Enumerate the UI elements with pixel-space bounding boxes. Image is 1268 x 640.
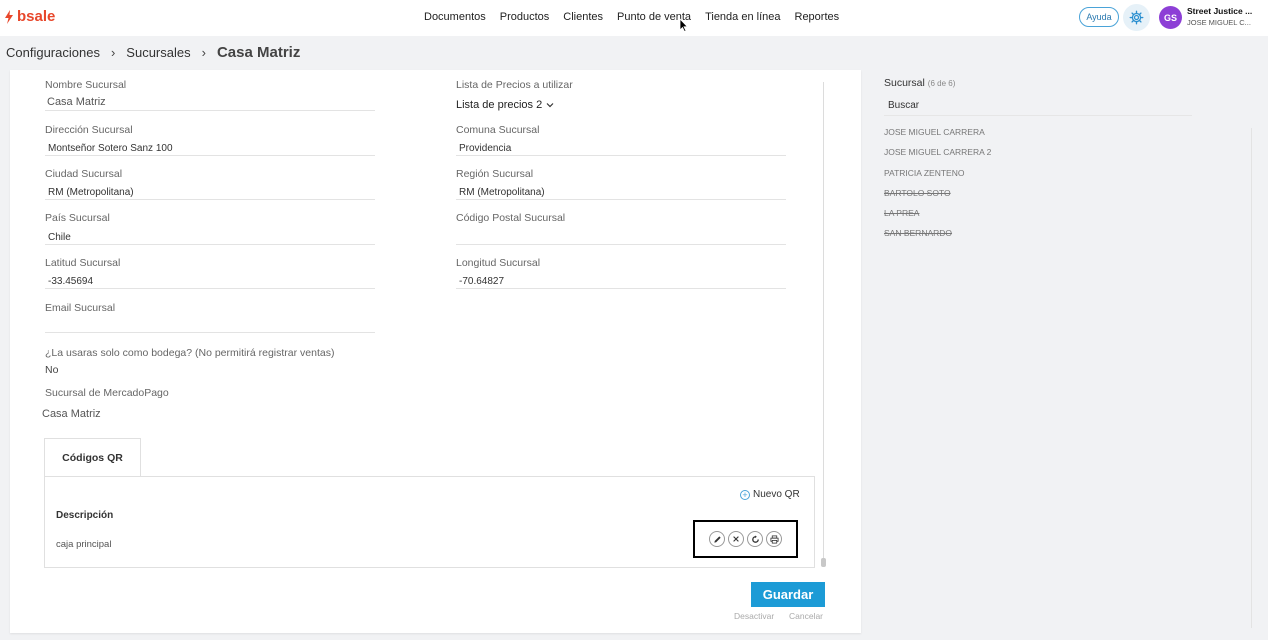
pais-label: País Sucursal bbox=[45, 212, 110, 224]
lista-precios-label: Lista de Precios a utilizar bbox=[456, 79, 573, 91]
avatar[interactable]: GS bbox=[1159, 6, 1182, 29]
bsale-logo[interactable]: bsale bbox=[4, 8, 55, 25]
sidebar-divider bbox=[1251, 128, 1252, 628]
mouse-cursor-icon bbox=[679, 18, 689, 32]
refresh-icon[interactable] bbox=[747, 531, 763, 547]
breadcrumb-configuraciones[interactable]: Configuraciones bbox=[6, 45, 100, 60]
comuna-input[interactable]: Providencia bbox=[459, 143, 511, 154]
bsale-logo-icon bbox=[5, 9, 13, 24]
user-name: JOSE MIGUEL C... bbox=[1187, 18, 1251, 27]
help-button[interactable]: Ayuda bbox=[1079, 7, 1119, 27]
page-title: Casa Matriz bbox=[216, 44, 301, 61]
cancel-button[interactable]: Cancelar bbox=[789, 611, 823, 621]
ciudad-label: Ciudad Sucursal bbox=[45, 168, 123, 180]
branch-item[interactable]: PATRICIA ZENTENO bbox=[884, 168, 964, 178]
account-menu[interactable]: Street Justice ... JOSE MIGUEL C... bbox=[1187, 6, 1252, 28]
lista-precios-value: Lista de precios 2 bbox=[456, 99, 543, 111]
branch-count: (6 de 6) bbox=[927, 79, 956, 88]
latitud-input[interactable]: -33.45694 bbox=[48, 276, 93, 287]
ciudad-underline bbox=[45, 199, 375, 200]
new-qr-button[interactable]: + Nuevo QR bbox=[740, 489, 800, 500]
bodega-value[interactable]: No bbox=[45, 364, 58, 376]
branch-item-inactive[interactable]: SAN BERNARDO bbox=[884, 228, 952, 238]
postal-underline bbox=[456, 244, 786, 245]
brand-name: bsale bbox=[17, 8, 56, 25]
delete-icon[interactable] bbox=[728, 531, 744, 547]
scroll-track[interactable] bbox=[823, 82, 824, 560]
nombre-label: Nombre Sucursal bbox=[45, 79, 127, 91]
nav-documentos[interactable]: Documentos bbox=[424, 11, 486, 23]
mercadopago-value[interactable]: Casa Matriz bbox=[42, 408, 101, 420]
postal-label: Código Postal Sucursal bbox=[456, 212, 566, 224]
bodega-label: ¿La usaras solo como bodega? (No permiti… bbox=[45, 347, 335, 359]
breadcrumb-sucursales[interactable]: Sucursales bbox=[126, 45, 190, 60]
branch-item[interactable]: JOSE MIGUEL CARRERA bbox=[884, 127, 985, 137]
direccion-input[interactable]: Montseñor Sotero Sanz 100 bbox=[48, 143, 173, 154]
pais-input[interactable]: Chile bbox=[48, 232, 71, 243]
nombre-underline bbox=[45, 110, 375, 111]
top-bar: bsale Documentos Productos Clientes Punt… bbox=[0, 0, 1268, 36]
scroll-thumb[interactable] bbox=[821, 558, 826, 567]
branch-item-inactive[interactable]: LA PREA bbox=[884, 208, 919, 218]
table-row: caja principal bbox=[56, 539, 112, 550]
branch-list-title: Sucursal (6 de 6) bbox=[884, 77, 955, 89]
nav-tienda-en-linea[interactable]: Tienda en línea bbox=[705, 11, 780, 23]
pais-underline bbox=[45, 244, 375, 245]
mercadopago-label: Sucursal de MercadoPago bbox=[45, 387, 169, 399]
direccion-underline bbox=[45, 155, 375, 156]
settings-button[interactable] bbox=[1123, 4, 1150, 31]
nav-clientes[interactable]: Clientes bbox=[563, 11, 603, 23]
main-nav: Documentos Productos Clientes Punto de v… bbox=[424, 11, 839, 23]
deactivate-button[interactable]: Desactivar bbox=[734, 611, 774, 621]
latitud-underline bbox=[45, 288, 375, 289]
breadcrumb: Configuraciones › Sucursales › Casa Matr… bbox=[6, 44, 300, 61]
chevron-down-icon bbox=[546, 103, 554, 108]
branch-search-input[interactable]: Buscar bbox=[884, 100, 1192, 116]
print-icon[interactable] bbox=[766, 531, 782, 547]
longitud-label: Longitud Sucursal bbox=[456, 257, 541, 269]
gear-icon bbox=[1129, 10, 1144, 25]
edit-icon[interactable] bbox=[709, 531, 725, 547]
new-qr-label: Nuevo QR bbox=[753, 489, 800, 500]
column-header-descripcion: Descripción bbox=[56, 510, 114, 521]
longitud-input[interactable]: -70.64827 bbox=[459, 276, 504, 287]
qr-row-actions bbox=[693, 520, 798, 558]
branch-item[interactable]: JOSE MIGUEL CARRERA 2 bbox=[884, 147, 991, 157]
nav-reportes[interactable]: Reportes bbox=[795, 11, 840, 23]
lista-precios-select[interactable]: Lista de precios 2 bbox=[456, 99, 554, 111]
comuna-label: Comuna Sucursal bbox=[456, 124, 540, 136]
region-underline bbox=[456, 199, 786, 200]
email-underline bbox=[45, 332, 375, 333]
comuna-underline bbox=[456, 155, 786, 156]
branch-item-inactive[interactable]: BARTOLO SOTO bbox=[884, 188, 951, 198]
ciudad-input[interactable]: RM (Metropolitana) bbox=[48, 187, 134, 198]
direccion-label: Dirección Sucursal bbox=[45, 124, 133, 136]
breadcrumb-separator-icon: › bbox=[110, 45, 116, 60]
tab-codigos-qr[interactable]: Códigos QR bbox=[44, 438, 141, 477]
save-button[interactable]: Guardar bbox=[751, 582, 825, 607]
company-name: Street Justice ... bbox=[1187, 6, 1253, 16]
longitud-underline bbox=[456, 288, 786, 289]
nombre-input[interactable]: Casa Matriz bbox=[47, 96, 106, 108]
region-label: Región Sucursal bbox=[456, 168, 534, 180]
region-input[interactable]: RM (Metropolitana) bbox=[459, 187, 545, 198]
plus-circle-icon: + bbox=[740, 489, 750, 500]
nav-productos[interactable]: Productos bbox=[500, 11, 550, 23]
email-label: Email Sucursal bbox=[45, 302, 116, 314]
breadcrumb-separator-icon: › bbox=[201, 45, 206, 60]
latitud-label: Latitud Sucursal bbox=[45, 257, 121, 269]
branch-list-label: Sucursal bbox=[884, 77, 925, 89]
